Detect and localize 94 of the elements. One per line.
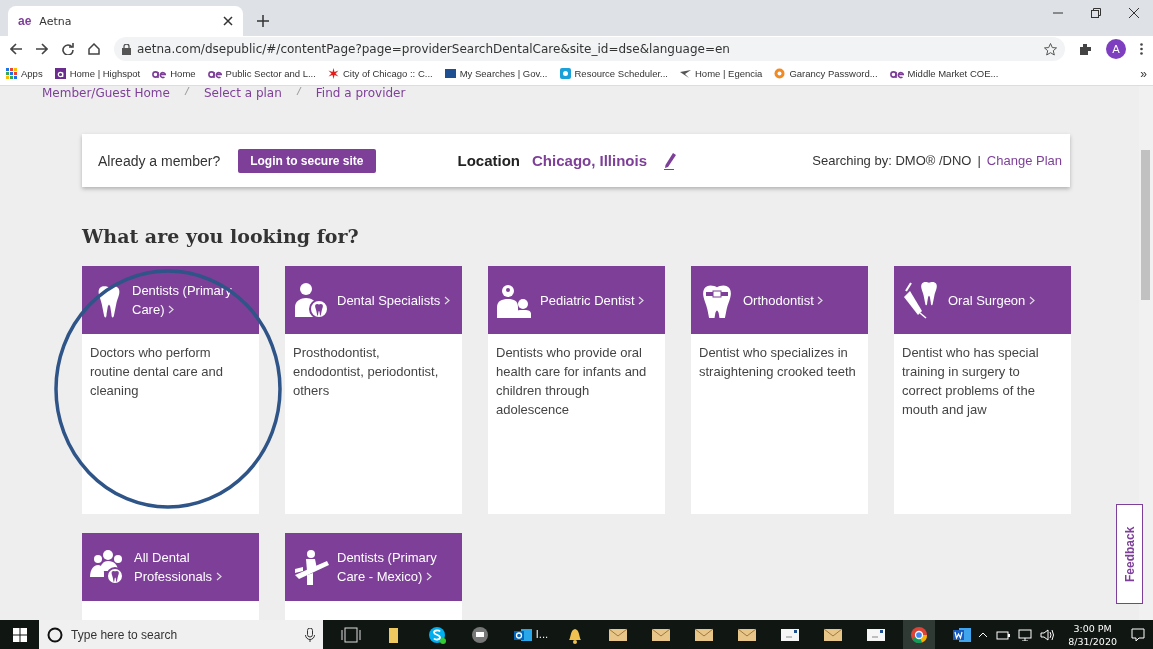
chevron-icon: [638, 295, 645, 305]
taskbar-app-label: I...: [535, 629, 549, 640]
skype-icon[interactable]: [426, 625, 447, 644]
separator-text: |: [977, 153, 981, 168]
category-header-button[interactable]: All Dental Professionals: [82, 533, 259, 601]
member-prompt: Already a member?: [98, 152, 221, 169]
site-icon: [54, 68, 66, 79]
star-icon: [327, 68, 339, 79]
star-icon[interactable]: [1044, 42, 1057, 56]
bookmark-link[interactable]: Apps: [6, 68, 43, 79]
breadcrumb-link[interactable]: Member/Guest Home: [42, 86, 170, 100]
bookmark-link[interactable]: Home: [152, 68, 196, 79]
clock-date: 8/31/2020: [1068, 634, 1117, 648]
grid-icon: [6, 68, 17, 79]
lock-icon: [122, 43, 131, 55]
bookmark-link[interactable]: Public Sector and L...: [207, 68, 316, 79]
logo-icon: [889, 68, 904, 79]
category-header-button[interactable]: Pediatric Dentist: [488, 266, 665, 334]
category-description: Doctors who perform routine dental care and cleaning: [89, 344, 224, 400]
site-icon: [559, 68, 571, 79]
scrollbar-thumb[interactable]: [1141, 150, 1150, 300]
cortana-icon: [47, 626, 64, 643]
bookmark-link[interactable]: Home | Highspot: [54, 68, 141, 79]
close-icon[interactable]: [223, 16, 233, 26]
taskbar-search-field[interactable]: Type here to search: [39, 620, 323, 649]
home-icon[interactable]: [88, 43, 100, 55]
clock-time: 3:00 PM: [1072, 621, 1113, 635]
more-icon[interactable]: [1140, 43, 1143, 55]
microphone-icon[interactable]: [304, 627, 315, 642]
tab-logo: ae: [18, 14, 32, 28]
dental-tool-icon: [902, 281, 940, 319]
section-heading: What are you looking for?: [82, 225, 360, 249]
location-link[interactable]: Chicago, Illinois: [532, 152, 648, 169]
category-header-button[interactable]: Orthodontist: [691, 266, 868, 334]
breadcrumb-separator-icon: [295, 86, 302, 96]
category-description: Dentists who provide oral health care for infants and children through adolescence: [495, 344, 648, 419]
dental-chair-icon: [293, 549, 329, 585]
site-icon: [444, 68, 456, 79]
chrome-icon[interactable]: [909, 625, 930, 644]
login-button[interactable]: Login to secure site: [238, 148, 376, 173]
breadcrumb-link[interactable]: Select a plan: [203, 86, 282, 100]
change-plan-link[interactable]: Change Plan: [986, 153, 1062, 168]
bookmark-link[interactable]: Garancy Password...: [774, 68, 878, 79]
address-bar[interactable]: aetna.com/dsepublic/#/contentPage?page=providerSearchDentalCare&site_id=dse&language=en: [114, 37, 1065, 61]
category-description: Dentist who has special training in surgery to correct problems of the mouth and jaw: [901, 344, 1040, 419]
notification-icon[interactable]: [1131, 627, 1145, 642]
chevron-up-icon[interactable]: [978, 631, 989, 638]
feedback-button[interactable]: Feedback: [1116, 504, 1143, 604]
url-text: aetna.com/dsepublic/#/contentPage?page=providerSearchDentalCare&site_id=dse&language=en: [137, 42, 731, 56]
category-header-button[interactable]: Dentists (Primary Care): [82, 266, 259, 334]
speaker-icon[interactable]: [1040, 628, 1055, 641]
profile-avatar[interactable]: A: [1106, 39, 1126, 59]
category-header-button[interactable]: Dental Specialists: [285, 266, 462, 334]
category-header-button[interactable]: Oral Surgeon: [894, 266, 1071, 334]
search-placeholder: Type here to search: [71, 627, 179, 642]
logo-icon: [207, 68, 222, 79]
bookmark-link[interactable]: Middle Market COE...: [889, 68, 999, 79]
chevron-icon: [817, 295, 824, 305]
chevron-icon: [215, 572, 222, 581]
bookmark-link[interactable]: My Searches | Gov...: [444, 68, 548, 79]
more-bookmarks-button[interactable]: »: [1140, 66, 1147, 81]
bookmark-link[interactable]: City of Chicago :: C...: [327, 68, 433, 79]
back-arrow-icon[interactable]: [10, 43, 22, 55]
chevron-icon: [168, 305, 175, 314]
reload-icon[interactable]: [62, 43, 74, 55]
searching-by-text: Searching by: DMO® /DNO: [812, 153, 972, 168]
category-description: Prosthodontist, endodontist, periodontist, others: [292, 344, 440, 400]
breadcrumb-link[interactable]: Find a provider: [315, 86, 406, 100]
task-view-icon[interactable]: [340, 625, 361, 644]
close-icon[interactable]: [1129, 8, 1139, 18]
chevron-icon: [1028, 295, 1035, 305]
category-header-button[interactable]: Dentists (Primary Care - Mexico): [285, 533, 462, 601]
restore-icon[interactable]: [1091, 8, 1101, 18]
puzzle-icon[interactable]: [1079, 42, 1092, 56]
site-icon: [774, 68, 786, 79]
browser-tab[interactable]: ae Aetna: [8, 6, 243, 36]
location-label: Location: [457, 152, 521, 169]
breadcrumb-separator-icon: [183, 86, 190, 96]
chevron-icon: [425, 572, 432, 581]
chevron-icon: [443, 295, 450, 305]
tab-title: Aetna: [39, 14, 73, 28]
dentist-child-icon: [496, 282, 532, 318]
forward-arrow-icon[interactable]: [36, 43, 48, 55]
dentist-icon: [293, 281, 329, 319]
plus-icon[interactable]: [257, 15, 269, 27]
chat-icon[interactable]: [469, 625, 490, 644]
pencil-icon[interactable]: [663, 151, 678, 170]
site-icon: [680, 68, 691, 79]
category-description: Dentist who specializes in straightening crooked teeth: [698, 344, 857, 381]
word-icon[interactable]: [952, 625, 973, 644]
logo-icon: [152, 68, 167, 79]
bookmark-link[interactable]: Home | Egencia: [680, 68, 763, 79]
bookmark-link[interactable]: Resource Scheduler...: [559, 68, 668, 79]
windows-icon: [12, 627, 27, 642]
